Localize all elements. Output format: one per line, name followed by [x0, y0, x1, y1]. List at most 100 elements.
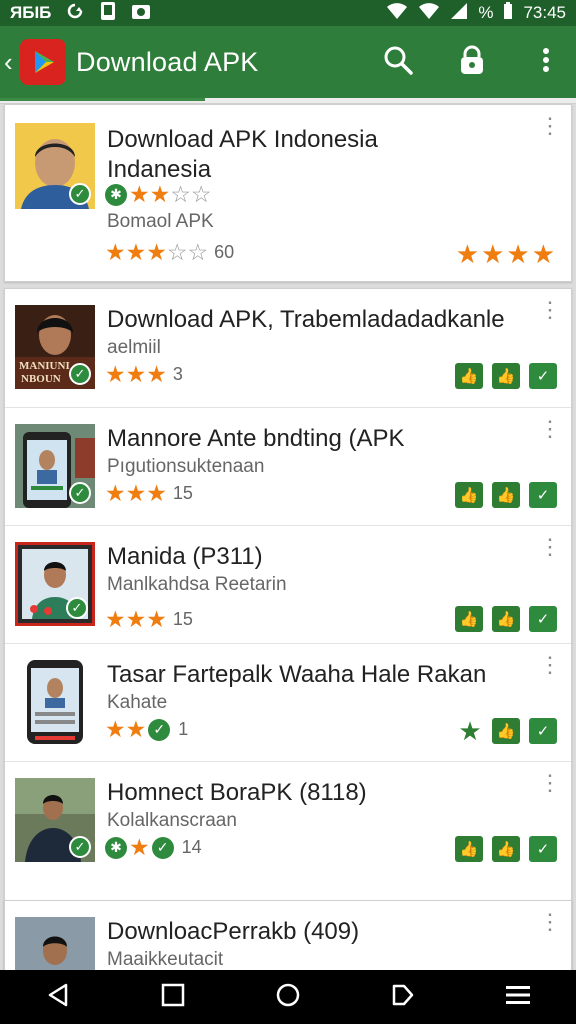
menu-icon — [505, 984, 531, 1011]
star-empty-icon: ☆ — [170, 181, 191, 207]
phone-icon — [99, 1, 117, 26]
star-icon: ★ — [149, 181, 171, 207]
list-item[interactable]: MANIUNI NBOUN ✓ Download APK, Trabemlada… — [5, 289, 571, 407]
verified-icon: ✓ — [69, 482, 91, 504]
app-subtitle: Kahate — [107, 692, 168, 713]
app-rating: ★ ★ ★ 15 — [105, 482, 193, 505]
star-icon: ★ — [105, 480, 126, 506]
star-icon: ★ — [125, 480, 147, 506]
check-square-icon[interactable]: ✓ — [529, 718, 557, 744]
app-thumbnail: ✓ — [15, 123, 95, 209]
check-square-icon[interactable]: ✓ — [529, 606, 557, 632]
battery-percent: % — [478, 3, 494, 22]
nav-recents-button[interactable] — [143, 972, 203, 1022]
app-thumbnail — [15, 660, 95, 744]
verified-icon: ✓ — [66, 597, 88, 619]
overflow-menu-button[interactable] — [516, 32, 576, 92]
list-item[interactable]: DownloacPerrakb (409) Maaikkeutacit ⋮ — [5, 901, 571, 970]
status-bar: ЯБIБ % 73:45 — [0, 0, 576, 26]
list-item[interactable]: ✓ Homnect BoraPK (8118) Kolalkanscraan ✱… — [5, 761, 571, 879]
list-item[interactable]: ✓ Manida (P311) Manlkahdsa Reetarin ★ ★ ★ … — [5, 525, 571, 643]
app-rating: ★ ★ ✓ 1 — [105, 718, 188, 741]
app-list-card: MANIUNI NBOUN ✓ Download APK, Trabemlada… — [4, 288, 572, 970]
verified-icon: ✓ — [69, 363, 91, 385]
featured-card[interactable]: ✓ Download APK Indonesia Indanesia ✱ ★ ★ ☆… — [4, 104, 572, 282]
more-vertical-icon — [542, 47, 550, 78]
thumbs-up-alt-icon[interactable]: 👍 — [492, 363, 520, 389]
home-circle-icon — [275, 982, 301, 1013]
rating-count: 3 — [172, 364, 183, 384]
cell-signal-icon — [450, 2, 468, 25]
nav-back-button[interactable] — [28, 972, 88, 1022]
verified-icon: ✓ — [69, 183, 91, 205]
chevron-left-icon[interactable]: ‹ — [4, 49, 20, 75]
thumbs-up-icon[interactable]: 👍 — [455, 363, 483, 389]
thumbs-up-icon[interactable]: 👍 — [455, 482, 483, 508]
rating-count: 14 — [181, 837, 202, 857]
thumbs-up-alt-icon[interactable]: 👍 — [492, 836, 520, 862]
app-title-line1: Download APK Indonesia — [107, 126, 378, 153]
app-rating: ✱ ★ ✓ 14 — [105, 836, 202, 859]
thumbs-up-alt-icon[interactable]: 👍 — [492, 606, 520, 632]
thumbs-up-alt-icon[interactable]: 👍 — [492, 482, 520, 508]
bookmark-icon — [391, 983, 415, 1012]
app-subtitle: Bomaol APK — [107, 211, 214, 232]
app-title: Download APK Indonesia Indanesia — [107, 125, 527, 185]
check-square-icon[interactable]: ✓ — [529, 363, 557, 389]
app-rating: ★ ★ ★ ☆ ☆ 60 — [105, 241, 234, 264]
star-icon: ★ — [105, 606, 126, 632]
star-icon: ★ — [105, 716, 126, 742]
app-title: Download APK, Trabemladadadkanle — [107, 306, 505, 333]
list-item[interactable]: Tasar Fartepalk Waaha Hale Rakan Kahate … — [5, 643, 571, 761]
leaf-badge-icon: ✓ — [151, 836, 174, 859]
app-subtitle: Maaikkeutacit — [107, 949, 224, 970]
app-title: Tasar Fartepalk Waaha Hale Rakan — [107, 661, 487, 688]
app-thumbnail: ✓ — [15, 778, 95, 862]
star-icon: ★ — [125, 239, 147, 265]
star-icon: ★ — [125, 361, 147, 387]
thumbs-up-icon[interactable]: 👍 — [455, 836, 483, 862]
sync-icon — [65, 2, 85, 25]
star-icon: ★ — [146, 239, 167, 265]
thumbs-up-icon[interactable]: 👍 — [455, 606, 483, 632]
star-empty-icon: ☆ — [166, 239, 188, 265]
star-icon: ★ — [125, 606, 147, 632]
search-button[interactable] — [368, 32, 428, 92]
app-title: Mannore Ante bndting (APK — [107, 425, 405, 452]
rating-count: 60 — [214, 242, 235, 262]
wifi-icon — [386, 2, 408, 25]
item-more-icon[interactable]: ⋮ — [539, 536, 561, 574]
app-title: Homnect BoraPK (8118) — [107, 779, 367, 806]
gear-badge-icon: ✱ — [105, 836, 127, 859]
check-square-icon[interactable]: ✓ — [529, 836, 557, 862]
item-more-icon[interactable]: ⋮ — [539, 654, 561, 692]
nav-menu-button[interactable] — [488, 972, 548, 1022]
thumbs-up-alt-icon[interactable]: 👍 — [492, 718, 520, 744]
star-icon: ★ — [125, 716, 147, 742]
star-icon: ★ — [146, 480, 167, 506]
rating-count: 15 — [172, 483, 193, 503]
rating-count: 1 — [178, 719, 189, 739]
check-square-icon[interactable]: ✓ — [529, 482, 557, 508]
nav-bookmark-button[interactable] — [373, 972, 433, 1022]
lock-button[interactable] — [442, 32, 502, 92]
star-action-icon[interactable]: ★ — [457, 716, 483, 746]
item-more-icon[interactable]: ⋮ — [539, 772, 561, 810]
page-title: Download APK — [76, 46, 259, 77]
recents-square-icon — [161, 983, 185, 1012]
app-subtitle: aelmiil — [107, 337, 161, 358]
lock-icon — [458, 45, 486, 80]
play-logo-icon[interactable] — [20, 39, 66, 85]
item-more-icon[interactable]: ⋮ — [539, 115, 561, 153]
nav-home-button[interactable] — [258, 972, 318, 1022]
item-more-icon[interactable]: ⋮ — [539, 299, 561, 337]
star-empty-icon: ☆ — [190, 181, 212, 207]
list-item[interactable]: ✓ Mannore Ante bndting (APK Pıgutionsukt… — [5, 407, 571, 525]
item-more-icon[interactable]: ⋮ — [539, 911, 561, 949]
carrier-text: ЯБIБ — [10, 3, 52, 22]
signal-icon — [418, 2, 440, 25]
app-subtitle: Pıgutionsuktenaan — [107, 456, 265, 477]
star-icon: ★ — [146, 606, 167, 632]
item-more-icon[interactable]: ⋮ — [539, 418, 561, 456]
star-empty-icon: ☆ — [187, 239, 209, 265]
